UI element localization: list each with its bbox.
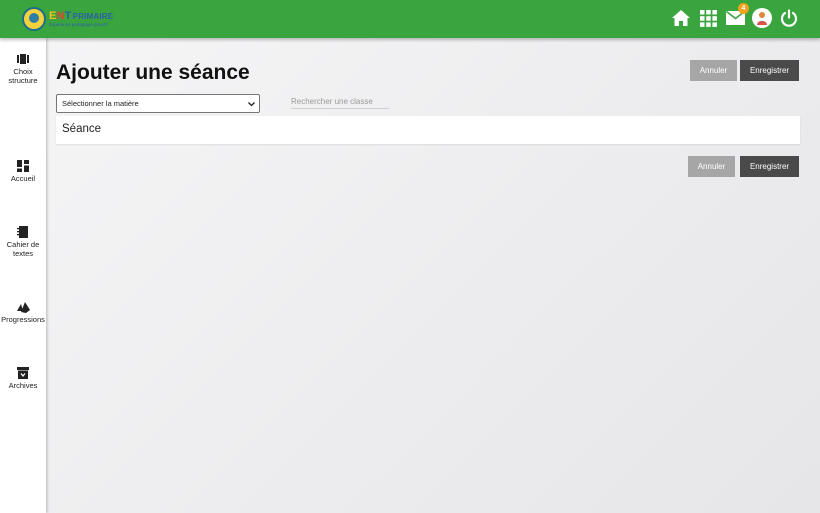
apps-grid-icon[interactable]: [697, 7, 719, 29]
save-button-top[interactable]: Enregistrer: [740, 60, 799, 81]
user-avatar-icon[interactable]: [751, 7, 773, 29]
logo-tagline: Espérance pédagogie grandir: [49, 21, 109, 27]
logo-title: ENTPRIMAIRE: [49, 9, 114, 22]
cancel-button-bottom[interactable]: Annuler: [688, 156, 735, 177]
logo-letter-t: T: [64, 9, 72, 22]
sidebar-item-archives[interactable]: Archives: [0, 366, 46, 390]
structure-icon: [17, 52, 29, 64]
panel-title: Séance: [62, 123, 102, 135]
sidebar-item-label: Archives: [8, 381, 38, 390]
progress-icon: [17, 300, 30, 313]
seance-panel: Séance: [56, 116, 800, 144]
ent-primaire-logo[interactable]: ENTPRIMAIRE Espérance pédagogie grandir: [22, 7, 113, 31]
cancel-button-top[interactable]: Annuler: [690, 60, 737, 81]
subject-select[interactable]: Sélectionner la matière: [56, 94, 260, 113]
sidebar-item-cahier-de-textes[interactable]: Cahier de textes: [0, 225, 46, 258]
top-navbar: ENTPRIMAIRE Espérance pédagogie grandir …: [0, 0, 820, 38]
sidebar-item-accueil[interactable]: Accueil: [0, 159, 46, 183]
power-icon[interactable]: [778, 7, 800, 29]
sidebar-item-label: Choix structure: [8, 67, 38, 85]
sidebar: Choix structure Accueil Cahier de textes…: [0, 38, 46, 513]
sidebar-item-label: Cahier de textes: [6, 240, 40, 258]
sidebar-item-label: Accueil: [10, 174, 36, 183]
mail-icon[interactable]: 4: [724, 3, 749, 29]
save-button-bottom[interactable]: Enregistrer: [740, 156, 799, 177]
subject-select-value: Sélectionner la matière: [62, 99, 139, 108]
chevron-down-icon: [248, 100, 255, 109]
dashboard-icon: [17, 159, 29, 172]
logo-letter-n: N: [56, 9, 65, 22]
home-icon[interactable]: [670, 7, 692, 29]
sidebar-item-progressions[interactable]: Progressions: [0, 300, 46, 324]
logo-letter-e: E: [49, 9, 57, 22]
sidebar-item-label: Progressions: [1, 315, 45, 324]
mail-badge: 4: [738, 3, 749, 14]
page-title: Ajouter une séance: [56, 61, 250, 84]
class-search-input[interactable]: [291, 95, 389, 109]
logo-primaire: PRIMAIRE: [72, 11, 114, 21]
logo-mascot-icon: [22, 7, 46, 31]
archive-icon: [17, 366, 29, 379]
sidebar-item-choix-structure[interactable]: Choix structure: [0, 52, 46, 85]
notebook-icon: [17, 225, 29, 238]
